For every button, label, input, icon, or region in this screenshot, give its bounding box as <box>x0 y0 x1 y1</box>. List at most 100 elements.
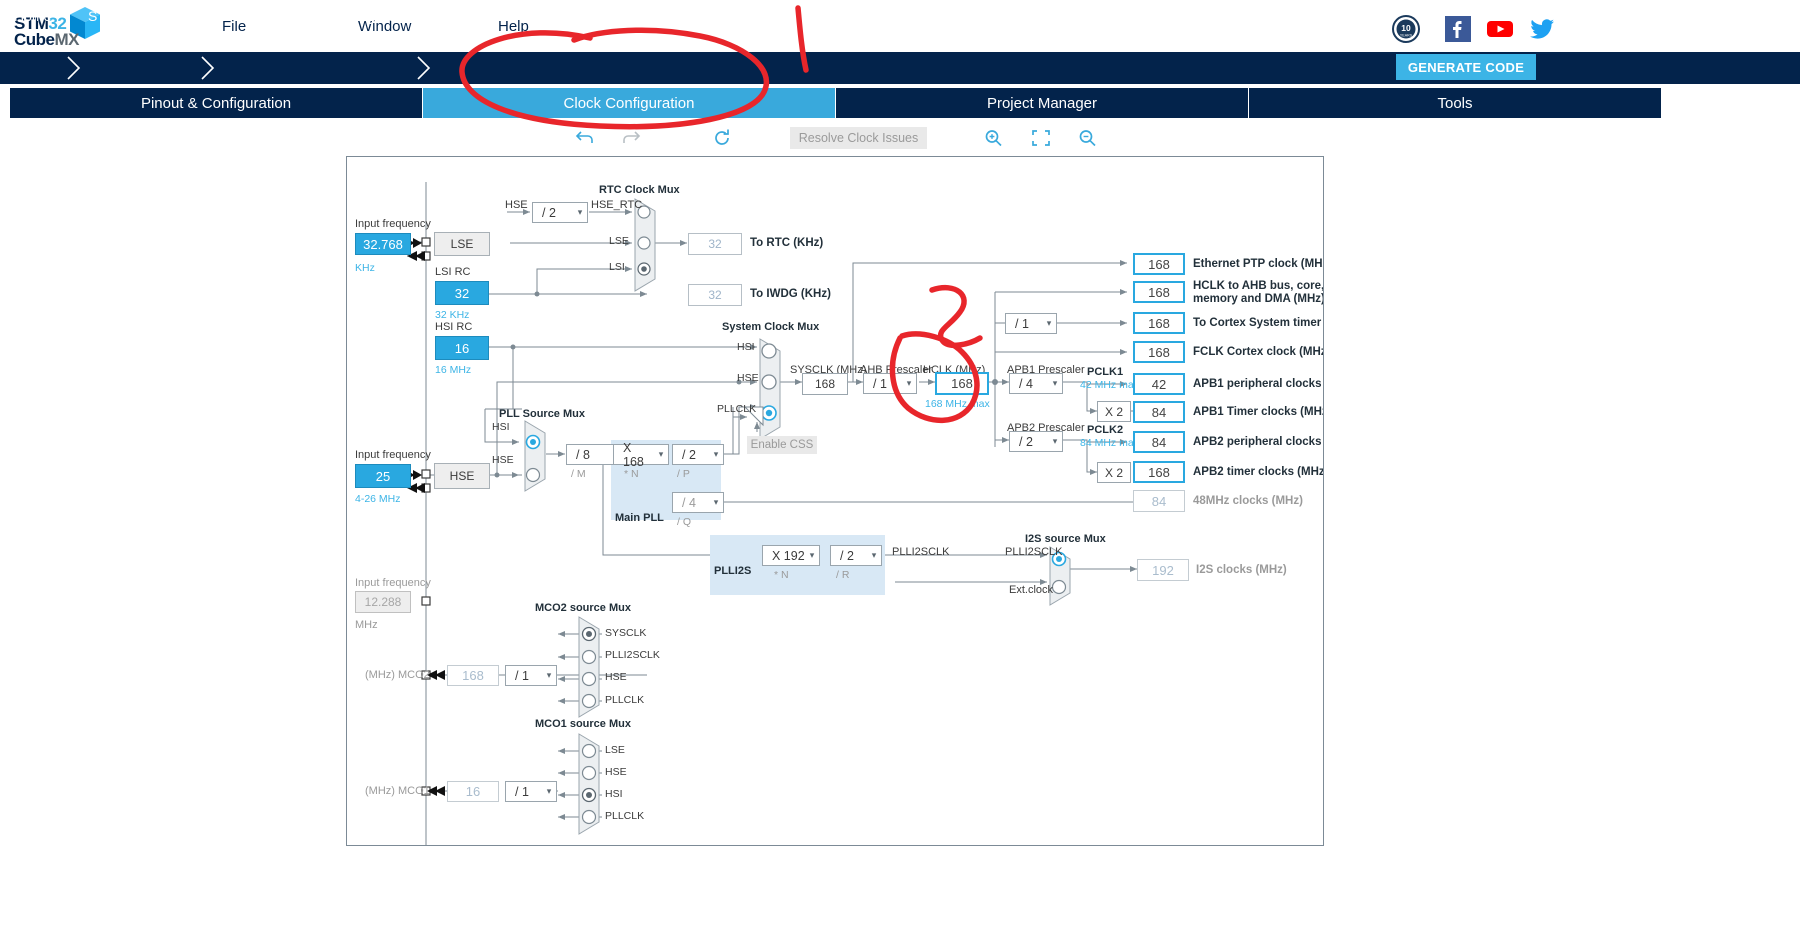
undo-icon[interactable] <box>574 128 596 148</box>
tab-pinout-configuration[interactable]: Pinout & Configuration <box>10 88 422 118</box>
i2s-clocks-label: I2S clocks (MHz) <box>1196 564 1287 576</box>
chevron-down-icon: ▾ <box>546 670 552 680</box>
lsi-rc-title: LSI RC <box>435 266 471 278</box>
to-rtc-field[interactable]: 32 <box>688 233 742 255</box>
breadcrumb-device[interactable]: STM32F407ZETx <box>88 8 198 24</box>
10-years-badge-icon[interactable]: 10 YEARS <box>1392 15 1420 43</box>
mco1-pin-label: (MHz) MCO1 <box>365 785 430 797</box>
plli2s-r-sublabel: / R <box>836 569 850 581</box>
fit-to-screen-icon[interactable] <box>1030 128 1052 148</box>
pll-p-divider-select[interactable]: / 2 ▾ <box>672 444 724 465</box>
tab-tools[interactable]: Tools <box>1249 88 1661 118</box>
breadcrumb-page[interactable]: Untitled - Clock Configuration <box>224 8 422 24</box>
zoom-out-icon[interactable] <box>1077 128 1099 148</box>
chevron-down-icon: ▾ <box>658 449 664 459</box>
mco2-divider-select[interactable]: / 1 ▾ <box>505 665 557 686</box>
hse-input-frequency-field[interactable]: 25 <box>355 464 411 488</box>
generate-code-button[interactable]: GENERATE CODE <box>1396 54 1536 80</box>
pll-q-divider-select[interactable]: / 4 ▾ <box>672 492 724 513</box>
hse-oscillator-box[interactable]: HSE <box>434 463 490 489</box>
lse-input-frequency-label: Input frequency <box>355 218 431 230</box>
plli2s-n-multiplier-select[interactable]: X 192 ▾ <box>762 545 820 566</box>
output-field-apb1-timer[interactable]: 84 <box>1133 401 1185 423</box>
pclk2-label: PCLK2 <box>1087 424 1124 436</box>
zoom-in-icon[interactable] <box>983 128 1005 148</box>
i2s-input-frequency-field[interactable]: 12.288 <box>355 591 411 613</box>
tab-project-manager[interactable]: Project Manager <box>836 88 1248 118</box>
mco2-source-mux-title: MCO2 source Mux <box>535 602 631 614</box>
hse-input-frequency-label: Input frequency <box>355 449 431 461</box>
plli2sclk-label-left: PLLI2SCLK <box>892 546 950 558</box>
plli2s-r-value: / 2 <box>840 548 854 563</box>
pll-m-sublabel: / M <box>571 468 586 480</box>
output-field-hclk-ahb[interactable]: 168 <box>1133 281 1185 303</box>
ahb-prescaler-select[interactable]: / 1 ▾ <box>863 373 917 394</box>
cortex-systick-divider-select[interactable]: / 1 ▾ <box>1005 313 1057 334</box>
pll-m-value: / 8 <box>576 447 590 462</box>
pll-source-mux-title: PLL Source Mux <box>499 408 585 420</box>
output-field-apb2-peripheral[interactable]: 84 <box>1133 431 1185 453</box>
apb2-prescaler-select[interactable]: / 2 ▾ <box>1009 431 1063 452</box>
youtube-icon[interactable] <box>1486 15 1514 43</box>
hse-unit-label: 4-26 MHz <box>355 493 401 505</box>
hclk-max-label: 168 MHz max <box>925 398 990 410</box>
chevron-down-icon: ▾ <box>577 207 583 217</box>
plli2s-r-divider-select[interactable]: / 2 ▾ <box>830 545 882 566</box>
breadcrumb-home[interactable]: Home <box>14 8 51 24</box>
pclk1-max-label: 42 MHz max <box>1080 379 1139 391</box>
plli2s-n-sublabel: * N <box>774 569 789 581</box>
output-field-ethernet-ptp[interactable]: 168 <box>1133 253 1185 275</box>
hsi-value-field[interactable]: 16 <box>435 336 489 360</box>
breadcrumb-chevron-icon <box>414 52 436 84</box>
mco2-value-field[interactable]: 168 <box>447 665 499 686</box>
redo-icon[interactable] <box>620 128 642 148</box>
reload-icon[interactable] <box>712 128 734 148</box>
hse-rtc-divider-select[interactable]: / 2 ▾ <box>532 202 588 223</box>
logo-mx: MX <box>54 30 80 49</box>
mco1-divider-select[interactable]: / 1 ▾ <box>505 781 557 802</box>
menu-item-help[interactable]: Help <box>498 18 529 35</box>
chevron-down-icon: ▾ <box>1046 318 1052 328</box>
pll-source-mux-shape <box>524 420 546 492</box>
output-field-apb2-timer[interactable]: 168 <box>1133 461 1185 483</box>
lse-oscillator-box[interactable]: LSE <box>434 232 490 256</box>
to-iwdg-label: To IWDG (KHz) <box>750 288 831 300</box>
clock-tree-canvas[interactable]: Input frequency 32.768 KHz LSE LSI RC 32… <box>346 156 1324 846</box>
hclk-field[interactable]: 168 <box>935 372 989 395</box>
apb1-prescaler-select[interactable]: / 4 ▾ <box>1009 373 1063 394</box>
apb2-prescaler-value: / 2 <box>1019 434 1033 449</box>
facebook-icon[interactable] <box>1444 15 1472 43</box>
lsi-unit-label: 32 KHz <box>435 309 470 321</box>
hsi-rc-title: HSI RC <box>435 321 473 333</box>
i2s-clocks-field[interactable]: 192 <box>1137 559 1189 581</box>
mco1-pin-hse: HSE <box>605 766 627 778</box>
pll-n-value: X 168 <box>623 440 644 469</box>
mco1-divider-value: / 1 <box>515 784 529 799</box>
logo-cube: Cube <box>14 30 55 49</box>
pll-n-multiplier-select[interactable]: X 168 ▾ <box>613 441 669 469</box>
lse-input-frequency-field[interactable]: 32.768 <box>355 233 411 255</box>
pll-p-sublabel: / P <box>677 468 690 480</box>
lsi-value-field[interactable]: 32 <box>435 281 489 305</box>
pll-p-value: / 2 <box>682 447 696 462</box>
to-iwdg-field[interactable]: 32 <box>688 284 742 306</box>
output-label-apb1-timer: APB1 Timer clocks (MHz) <box>1193 406 1324 418</box>
logo-line-2: CubeMX <box>14 30 79 50</box>
enable-css-button[interactable]: Enable CSS <box>747 436 817 454</box>
tab-clock-configuration[interactable]: Clock Configuration <box>423 88 835 118</box>
sysclk-field[interactable]: 168 <box>802 373 848 395</box>
output-field-fclk-cortex[interactable]: 168 <box>1133 341 1185 363</box>
chevron-down-icon: ▾ <box>713 497 719 507</box>
pclk2-max-label: 84 MHz max <box>1080 437 1139 449</box>
output-field-apb1-peripheral[interactable]: 42 <box>1133 373 1185 395</box>
chevron-down-icon: ▾ <box>546 786 552 796</box>
mco1-source-mux-title: MCO1 source Mux <box>535 718 631 730</box>
hse-rtc-output-label: HSE_RTC <box>591 199 643 211</box>
output-field-cortex-systimer[interactable]: 168 <box>1133 312 1185 334</box>
mco1-value-field[interactable]: 16 <box>447 781 499 802</box>
output-field-48mhz[interactable]: 84 <box>1133 490 1185 512</box>
pll-q-sublabel: / Q <box>677 516 692 528</box>
mco2-pin-plli2sclk: PLLI2SCLK <box>605 649 660 661</box>
twitter-icon[interactable] <box>1528 15 1556 43</box>
resolve-clock-issues-button[interactable]: Resolve Clock Issues <box>790 127 927 149</box>
